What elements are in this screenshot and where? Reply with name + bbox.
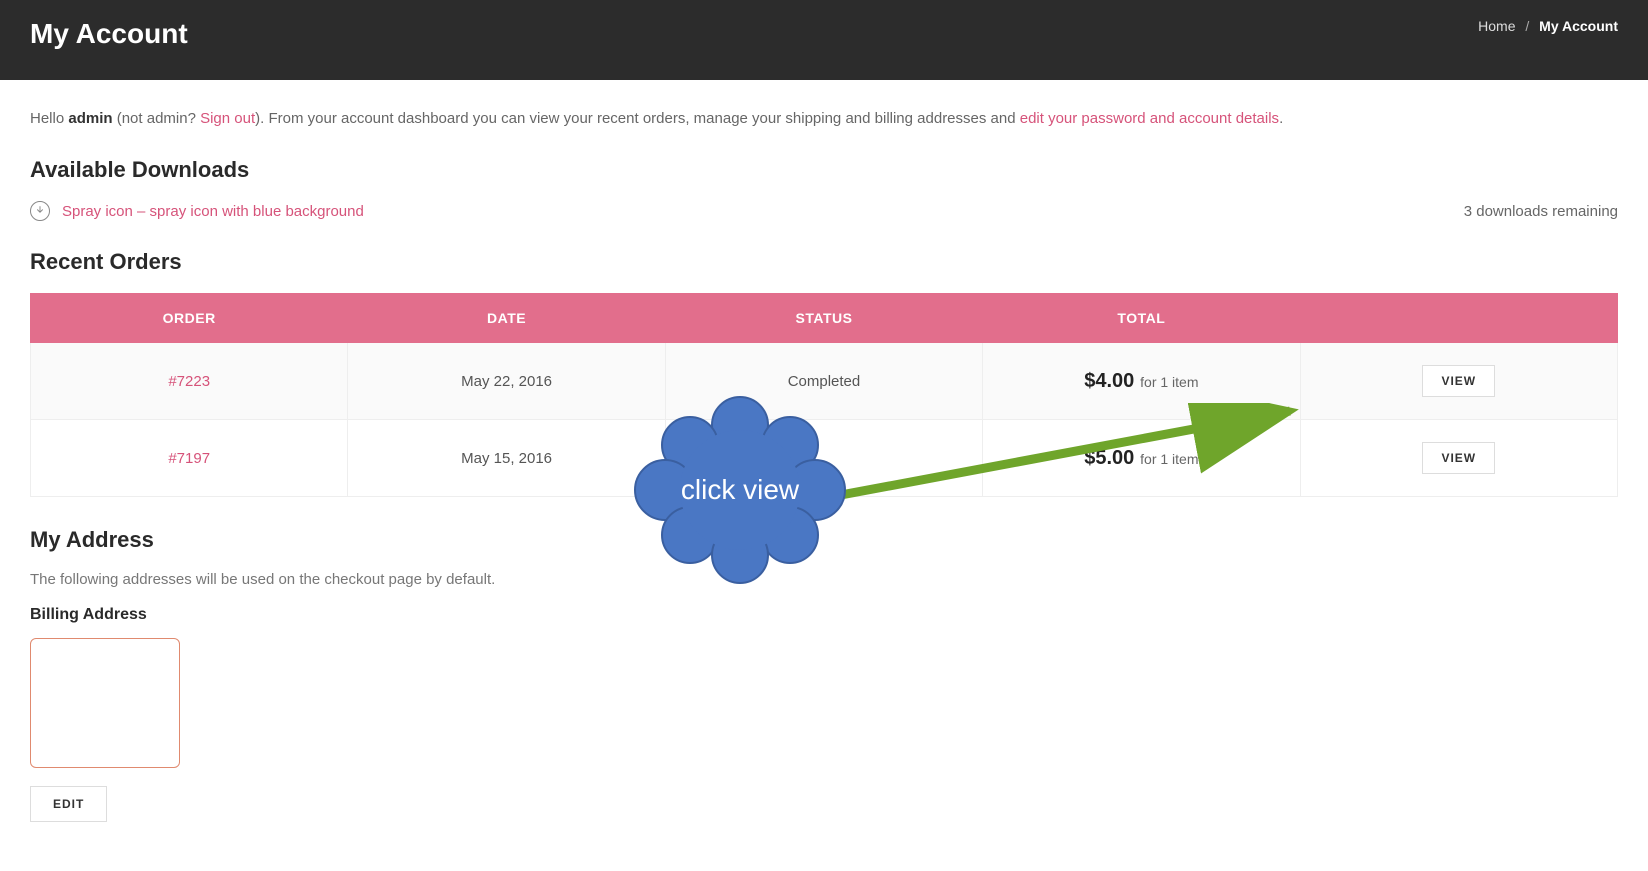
order-id-link[interactable]: #7223 <box>168 373 210 390</box>
address-title: My Address <box>30 527 1618 553</box>
orders-header-row: ORDER DATE STATUS TOTAL <box>31 294 1618 343</box>
view-button[interactable]: VIEW <box>1422 442 1495 474</box>
th-action <box>1300 294 1617 343</box>
intro-not-prefix: (not admin? <box>113 110 201 127</box>
edit-button[interactable]: EDIT <box>30 786 107 822</box>
order-total: $4.00 for 1 item <box>983 343 1300 420</box>
download-icon <box>30 201 50 221</box>
billing-address-box <box>30 638 180 768</box>
order-suffix: for 1 item <box>1136 451 1198 467</box>
sign-out-link[interactable]: Sign out <box>200 110 255 127</box>
th-order: ORDER <box>31 294 348 343</box>
breadcrumb-current: My Account <box>1539 18 1618 34</box>
breadcrumb: Home / My Account <box>1478 18 1618 34</box>
orders-table: ORDER DATE STATUS TOTAL #7223 May 22, 20… <box>30 293 1618 497</box>
order-amount: $5.00 <box>1084 447 1134 469</box>
intro-not-suffix: ). From your account dashboard you can v… <box>255 110 1020 127</box>
order-suffix: for 1 item <box>1136 374 1198 390</box>
intro-hello: Hello <box>30 110 68 127</box>
order-status: Completed <box>665 343 982 420</box>
orders-title: Recent Orders <box>30 249 1618 275</box>
download-row: Spray icon – spray icon with blue backgr… <box>30 201 1618 221</box>
order-date: May 22, 2016 <box>348 343 665 420</box>
downloads-title: Available Downloads <box>30 157 1618 183</box>
order-total: $5.00 for 1 item <box>983 420 1300 497</box>
download-link[interactable]: Spray icon – spray icon with blue backgr… <box>62 203 364 220</box>
billing-title: Billing Address <box>30 606 1618 624</box>
th-date: DATE <box>348 294 665 343</box>
intro-period: . <box>1279 110 1283 127</box>
intro-user: admin <box>68 110 112 127</box>
edit-account-link[interactable]: edit your password and account details <box>1020 110 1279 127</box>
th-total: TOTAL <box>983 294 1300 343</box>
address-desc: The following addresses will be used on … <box>30 571 1618 588</box>
downloads-remaining: 3 downloads remaining <box>1464 203 1618 220</box>
page-header: My Account Home / My Account <box>0 0 1648 80</box>
intro-text: Hello admin (not admin? Sign out). From … <box>30 110 1618 127</box>
order-amount: $4.00 <box>1084 370 1134 392</box>
table-row: #7223 May 22, 2016 Completed $4.00 for 1… <box>31 343 1618 420</box>
view-button[interactable]: VIEW <box>1422 365 1495 397</box>
download-left: Spray icon – spray icon with blue backgr… <box>30 201 364 221</box>
order-date: May 15, 2016 <box>348 420 665 497</box>
page-title: My Account <box>30 18 188 50</box>
content: Hello admin (not admin? Sign out). From … <box>0 80 1648 852</box>
order-id-link[interactable]: #7197 <box>168 450 210 467</box>
table-row: #7197 May 15, 2016 $5.00 for 1 item VIEW <box>31 420 1618 497</box>
th-status: STATUS <box>665 294 982 343</box>
breadcrumb-home[interactable]: Home <box>1478 18 1515 34</box>
breadcrumb-sep: / <box>1525 18 1529 34</box>
order-status <box>665 420 982 497</box>
